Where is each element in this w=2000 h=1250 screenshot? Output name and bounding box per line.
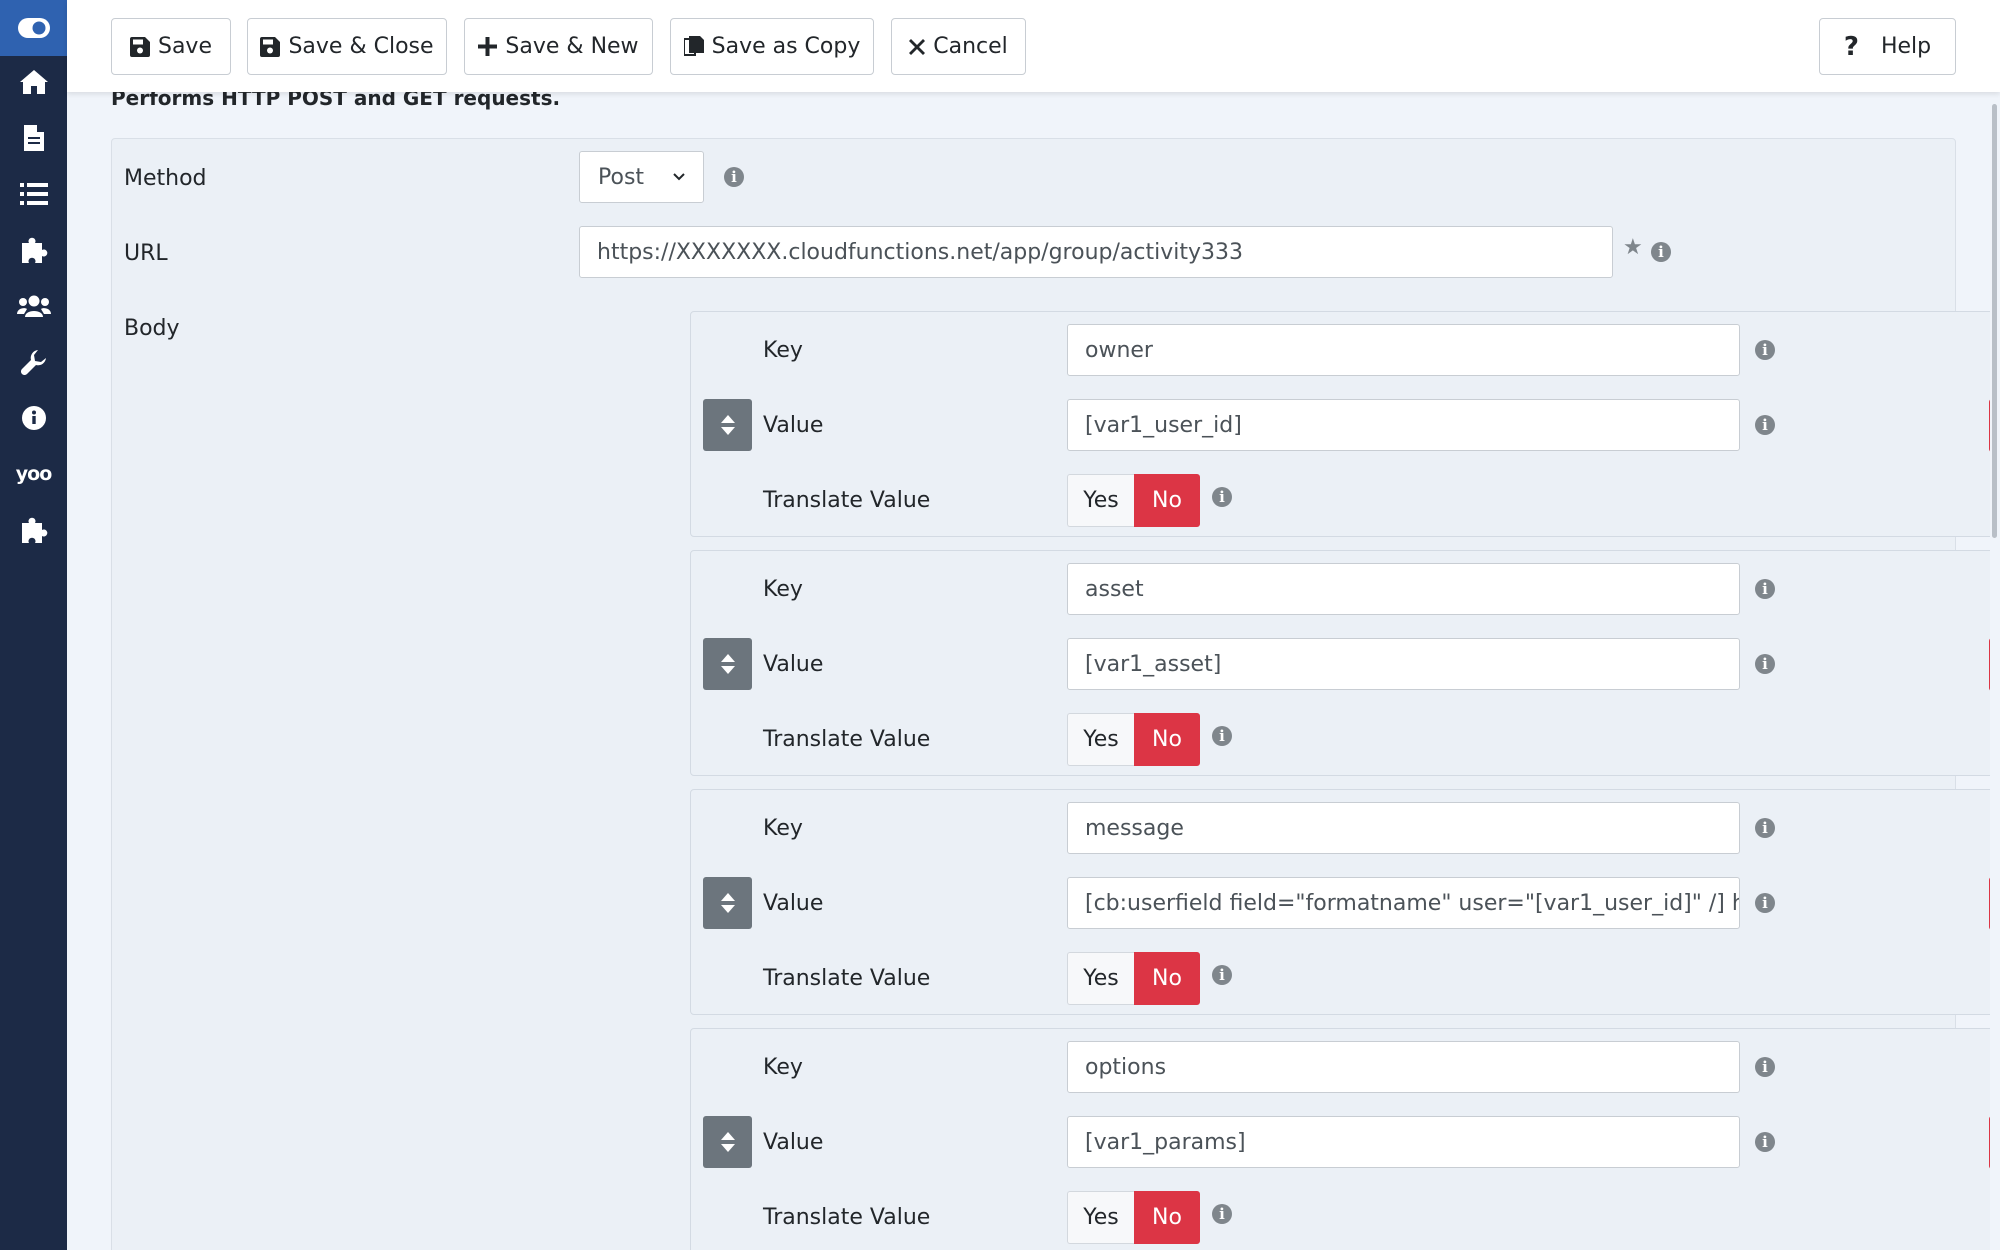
method-label: Method <box>124 166 207 191</box>
value-input[interactable]: [var1_params] <box>1067 1116 1740 1168</box>
users-icon[interactable] <box>0 278 67 334</box>
key-label: Key <box>763 1055 803 1080</box>
scrollbar-thumb[interactable] <box>1992 104 1997 538</box>
star-icon[interactable]: ★ <box>1623 235 1643 260</box>
translate-info-icon[interactable]: i <box>1212 965 1232 985</box>
value-info-icon[interactable]: i <box>1755 1132 1775 1152</box>
key-label: Key <box>763 577 803 602</box>
save-copy-button[interactable]: Save as Copy <box>670 18 874 75</box>
value-info-icon[interactable]: i <box>1755 654 1775 674</box>
file-icon[interactable] <box>0 110 67 166</box>
key-input[interactable]: owner <box>1067 324 1740 376</box>
toolbar: Save Save & Close Save & New Save as Cop… <box>67 0 2000 92</box>
question-icon: ? <box>1843 31 1859 62</box>
list-icon[interactable] <box>0 166 67 222</box>
translate-label: Translate Value <box>763 1205 931 1230</box>
wrench-icon[interactable] <box>0 334 67 390</box>
puzzle-icon[interactable] <box>0 222 67 278</box>
value-info-icon[interactable]: i <box>1755 415 1775 435</box>
key-info-icon[interactable]: i <box>1755 1057 1775 1077</box>
key-input[interactable]: message <box>1067 802 1740 854</box>
value-label: Value <box>763 413 824 438</box>
value-label: Value <box>763 891 824 916</box>
translate-no-button[interactable]: No <box>1134 713 1200 766</box>
key-input[interactable]: asset <box>1067 563 1740 615</box>
cancel-button[interactable]: Cancel <box>891 18 1026 75</box>
body-item: Key owner i Value [var1_user_id] i Trans… <box>690 311 2000 537</box>
translate-info-icon[interactable]: i <box>1212 487 1232 507</box>
yoo-icon[interactable]: yoo <box>0 446 67 502</box>
key-info-icon[interactable]: i <box>1755 579 1775 599</box>
close-icon <box>909 38 926 55</box>
url-label: URL <box>124 241 168 266</box>
sidebar-toggle-icon[interactable] <box>0 0 67 56</box>
key-input[interactable]: options <box>1067 1041 1740 1093</box>
translate-label: Translate Value <box>763 727 931 752</box>
form-panel: Method Post i URL https://XXXXXXX.cloudf… <box>111 138 2000 1250</box>
translate-info-icon[interactable]: i <box>1212 726 1232 746</box>
method-info-icon[interactable]: i <box>724 167 744 187</box>
value-label: Value <box>763 652 824 677</box>
value-input[interactable]: [cb:userfield field="formatname" user="[… <box>1067 877 1740 929</box>
translate-toggle: Yes No <box>1067 1191 1200 1244</box>
key-info-icon[interactable]: i <box>1755 340 1775 360</box>
translate-toggle: Yes No <box>1067 474 1200 527</box>
drag-handle-icon[interactable] <box>703 638 752 690</box>
plus-icon <box>478 37 498 56</box>
translate-label: Translate Value <box>763 488 931 513</box>
translate-yes-button[interactable]: Yes <box>1067 713 1134 766</box>
save-close-button[interactable]: Save & Close <box>247 18 447 75</box>
body-item: Key message i Value [cb:userfield field=… <box>690 789 2000 1015</box>
translate-no-button[interactable]: No <box>1134 952 1200 1005</box>
copy-icon <box>683 35 704 56</box>
save-new-button[interactable]: Save & New <box>464 18 653 75</box>
save-button[interactable]: Save <box>111 18 231 75</box>
translate-info-icon[interactable]: i <box>1212 1204 1232 1224</box>
body-item: Key options i Value [var1_params] i Tran… <box>690 1028 2000 1250</box>
key-label: Key <box>763 816 803 841</box>
home-icon[interactable] <box>0 54 67 110</box>
chevron-down-icon <box>673 173 685 181</box>
body-item: Key asset i Value [var1_asset] i Transla… <box>690 550 2000 776</box>
translate-label: Translate Value <box>763 966 931 991</box>
value-input[interactable]: [var1_asset] <box>1067 638 1740 690</box>
translate-yes-button[interactable]: Yes <box>1067 1191 1134 1244</box>
drag-handle-icon[interactable] <box>703 399 752 451</box>
save-icon <box>260 36 281 57</box>
info-circle-icon[interactable] <box>0 390 67 446</box>
translate-yes-button[interactable]: Yes <box>1067 474 1134 527</box>
value-info-icon[interactable]: i <box>1755 893 1775 913</box>
key-info-icon[interactable]: i <box>1755 818 1775 838</box>
save-icon <box>129 36 150 57</box>
translate-toggle: Yes No <box>1067 952 1200 1005</box>
puzzle-icon[interactable] <box>0 502 67 558</box>
url-input[interactable]: https://XXXXXXX.cloudfunctions.net/app/g… <box>579 226 1613 278</box>
help-button[interactable]: ? Help <box>1819 18 1956 75</box>
drag-handle-icon[interactable] <box>703 1116 752 1168</box>
value-input[interactable]: [var1_user_id] <box>1067 399 1740 451</box>
drag-handle-icon[interactable] <box>703 877 752 929</box>
key-label: Key <box>763 338 803 363</box>
value-label: Value <box>763 1130 824 1155</box>
method-select[interactable]: Post <box>579 151 704 203</box>
url-info-icon[interactable]: i <box>1651 242 1671 262</box>
body-label: Body <box>124 316 180 341</box>
sidebar: yoo <box>0 0 67 1250</box>
translate-yes-button[interactable]: Yes <box>1067 952 1134 1005</box>
translate-no-button[interactable]: No <box>1134 474 1200 527</box>
translate-no-button[interactable]: No <box>1134 1191 1200 1244</box>
translate-toggle: Yes No <box>1067 713 1200 766</box>
